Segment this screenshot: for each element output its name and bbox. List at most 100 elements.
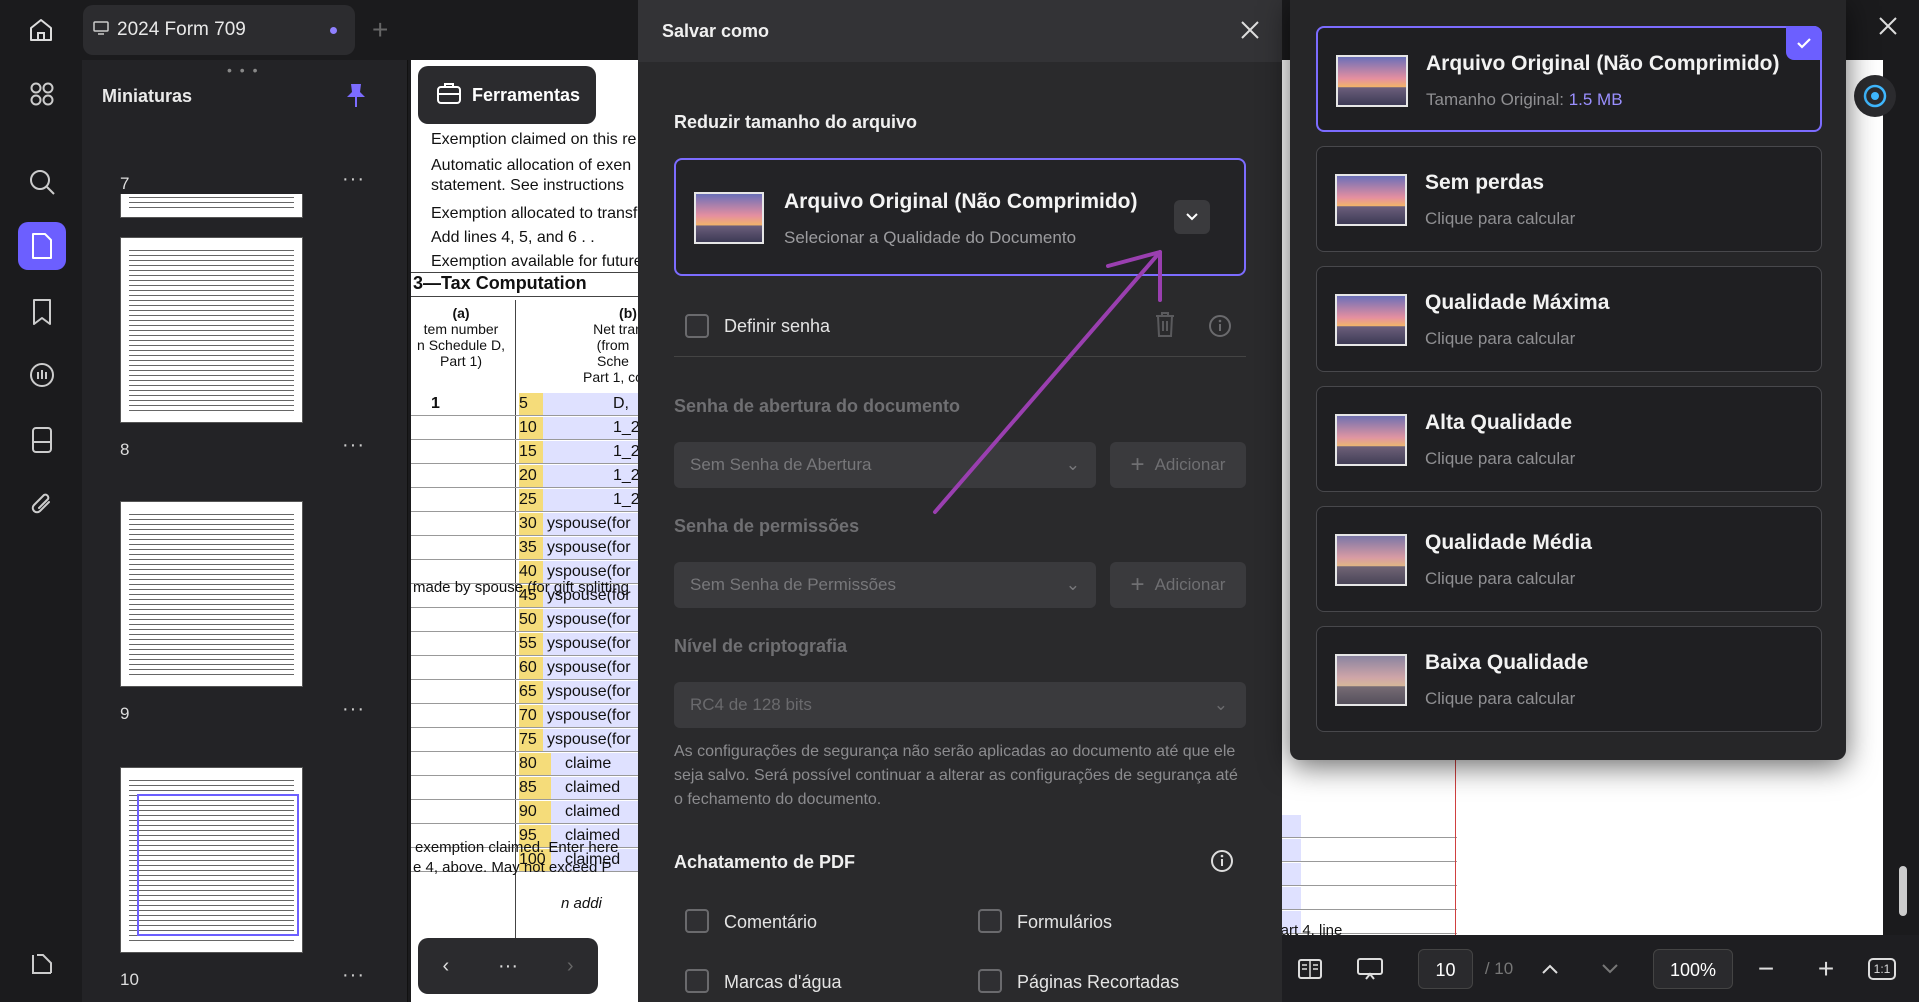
form-line: Exemption allocated to transf — [431, 205, 638, 222]
page-thumbnail[interactable] — [120, 194, 303, 218]
thumbnail-more-button[interactable]: ··· — [342, 434, 365, 457]
set-password-checkbox[interactable] — [685, 314, 709, 338]
comment-icon[interactable] — [18, 352, 66, 400]
quality-option-title: Sem perdas — [1425, 171, 1545, 194]
row-field[interactable]: 1_23 — [543, 417, 649, 439]
row-line-number: 5 — [519, 393, 543, 415]
flatten-label: Achatamento de PDF — [674, 852, 856, 872]
add-open-password-button[interactable]: + Adicionar — [1110, 442, 1246, 488]
more-icon[interactable]: ··· — [498, 955, 518, 978]
row-field[interactable]: yspouse(for — [543, 681, 643, 703]
row-line-number: 70 — [519, 705, 543, 727]
attachment-icon[interactable] — [18, 480, 66, 528]
dialog-title: Salvar como — [662, 21, 770, 41]
info-icon[interactable] — [1210, 849, 1234, 878]
row-field[interactable]: yspouse(for — [543, 633, 643, 655]
zoom-level[interactable]: 100% — [1653, 949, 1733, 989]
row-field[interactable]: yspouse(for — [543, 537, 643, 559]
bookmark-icon[interactable] — [18, 288, 66, 336]
page-number-input[interactable]: 10 — [1418, 949, 1473, 989]
flatten-comment-checkbox[interactable] — [685, 909, 709, 933]
present-icon[interactable] — [1352, 951, 1388, 987]
flatten-cropped-pages-label: Páginas Recortadas — [1017, 972, 1180, 992]
actual-size-button[interactable]: 1:1 — [1864, 951, 1900, 987]
row-field[interactable]: yspouse(for — [543, 657, 643, 679]
flatten-cropped-pages-checkbox[interactable] — [978, 969, 1002, 993]
close-icon[interactable] — [1876, 14, 1900, 43]
drag-handle[interactable]: • • • — [227, 62, 259, 78]
encryption-select[interactable]: RC4 de 128 bits ⌄ — [674, 682, 1246, 728]
add-tab-button[interactable]: + — [372, 14, 388, 46]
trash-icon[interactable] — [1153, 310, 1177, 343]
quality-option[interactable]: Qualidade Média Clique para calcular — [1316, 506, 1822, 612]
row-field[interactable]: 1_24 — [543, 441, 649, 463]
row-line-number: 80 — [519, 753, 551, 775]
chevron-down-icon[interactable] — [1174, 200, 1210, 234]
row-field[interactable]: yspouse(for — [543, 729, 643, 751]
info-icon[interactable] — [1208, 314, 1232, 343]
row-field[interactable]: yspouse(for — [543, 513, 643, 535]
quality-option-subtitle: Clique para calcular — [1425, 209, 1576, 228]
quality-option[interactable]: Baixa Qualidade Clique para calcular — [1316, 626, 1822, 732]
add-perm-password-button[interactable]: + Adicionar — [1110, 562, 1246, 608]
close-icon[interactable] — [1238, 18, 1262, 47]
page-thumbnail[interactable] — [120, 501, 303, 687]
pages-icon[interactable] — [18, 222, 66, 270]
zoom-in-icon[interactable]: + — [1806, 951, 1846, 987]
tools-button[interactable]: Ferramentas — [418, 66, 596, 124]
scrollbar[interactable] — [1899, 866, 1907, 916]
chevron-up-icon[interactable] — [1530, 951, 1570, 987]
chevron-left-icon[interactable]: ‹ — [442, 955, 449, 978]
row-field[interactable]: claimed — [551, 801, 643, 823]
page-thumbnail[interactable] — [120, 767, 303, 953]
set-password-label: Definir senha — [724, 316, 831, 336]
row-field[interactable]: D, — [543, 393, 643, 415]
chevron-down-icon[interactable] — [1590, 951, 1630, 987]
row-line-number: 30 — [519, 513, 543, 535]
row-field[interactable]: claime — [551, 753, 643, 775]
row-field[interactable]: claimed — [551, 777, 643, 799]
form-line: Add lines 4, 5, and 6 . . — [431, 229, 595, 246]
row-line-number: 20 — [519, 465, 543, 487]
quality-option[interactable]: Alta Qualidade Clique para calcular — [1316, 386, 1822, 492]
thumbnail-more-button[interactable]: ··· — [342, 964, 365, 987]
monitor-icon — [93, 19, 109, 41]
page-thumbnail[interactable] — [120, 237, 303, 423]
quality-option[interactable]: Sem perdas Clique para calcular — [1316, 146, 1822, 252]
sidebar-toggle-icon[interactable] — [18, 940, 66, 988]
security-note: As configurações de segurança não serão … — [674, 743, 1238, 808]
thumbnail-more-button[interactable]: ··· — [342, 168, 365, 191]
quality-select[interactable]: Arquivo Original (Não Comprimido) Seleci… — [674, 158, 1246, 276]
quality-option-subtitle: Clique para calcular — [1425, 449, 1576, 468]
open-password-select[interactable]: Sem Senha de Abertura ⌄ — [674, 442, 1096, 488]
row-item-number — [431, 489, 447, 511]
document-tab[interactable]: 2024 Form 709 — [83, 5, 355, 55]
row-field[interactable]: 1_25 — [543, 465, 649, 487]
form-icon[interactable] — [18, 416, 66, 464]
quality-option[interactable]: Arquivo Original (Não Comprimido) Tamanh… — [1316, 26, 1822, 132]
row-field[interactable]: yspouse(for — [543, 609, 643, 631]
thumbnail-more-button[interactable]: ··· — [342, 698, 365, 721]
perm-password-select[interactable]: Sem Senha de Permissões ⌄ — [674, 562, 1096, 608]
chevron-down-icon: ⌄ — [1065, 455, 1080, 474]
quality-option[interactable]: Qualidade Máxima Clique para calcular — [1316, 266, 1822, 372]
search-icon[interactable] — [18, 158, 66, 206]
form-line: made by spouse (for gift splitting — [413, 579, 629, 596]
row-field[interactable]: 1_26 — [543, 489, 649, 511]
form-line: exemption claimed. Enter here — [415, 839, 619, 856]
zoom-out-icon[interactable]: − — [1746, 951, 1786, 987]
flatten-forms-checkbox[interactable] — [978, 909, 1002, 933]
thumbnail-number: 8 — [120, 440, 130, 459]
thumbnail-number: 7 — [120, 174, 130, 193]
home-icon[interactable] — [22, 12, 60, 48]
grid-icon[interactable] — [18, 70, 66, 118]
row-field[interactable]: yspouse(for — [543, 705, 643, 727]
flatten-watermarks-checkbox[interactable] — [685, 969, 709, 993]
ai-assistant-icon[interactable] — [1854, 75, 1896, 117]
reduce-size-label: Reduzir tamanho do arquivo — [674, 112, 918, 132]
reading-mode-icon[interactable] — [1292, 951, 1328, 987]
encryption-label: Nível de criptografia — [674, 636, 848, 656]
chevron-right-icon[interactable]: › — [567, 955, 574, 978]
pin-icon[interactable] — [345, 82, 367, 113]
quality-option-subtitle: Clique para calcular — [1425, 569, 1576, 588]
